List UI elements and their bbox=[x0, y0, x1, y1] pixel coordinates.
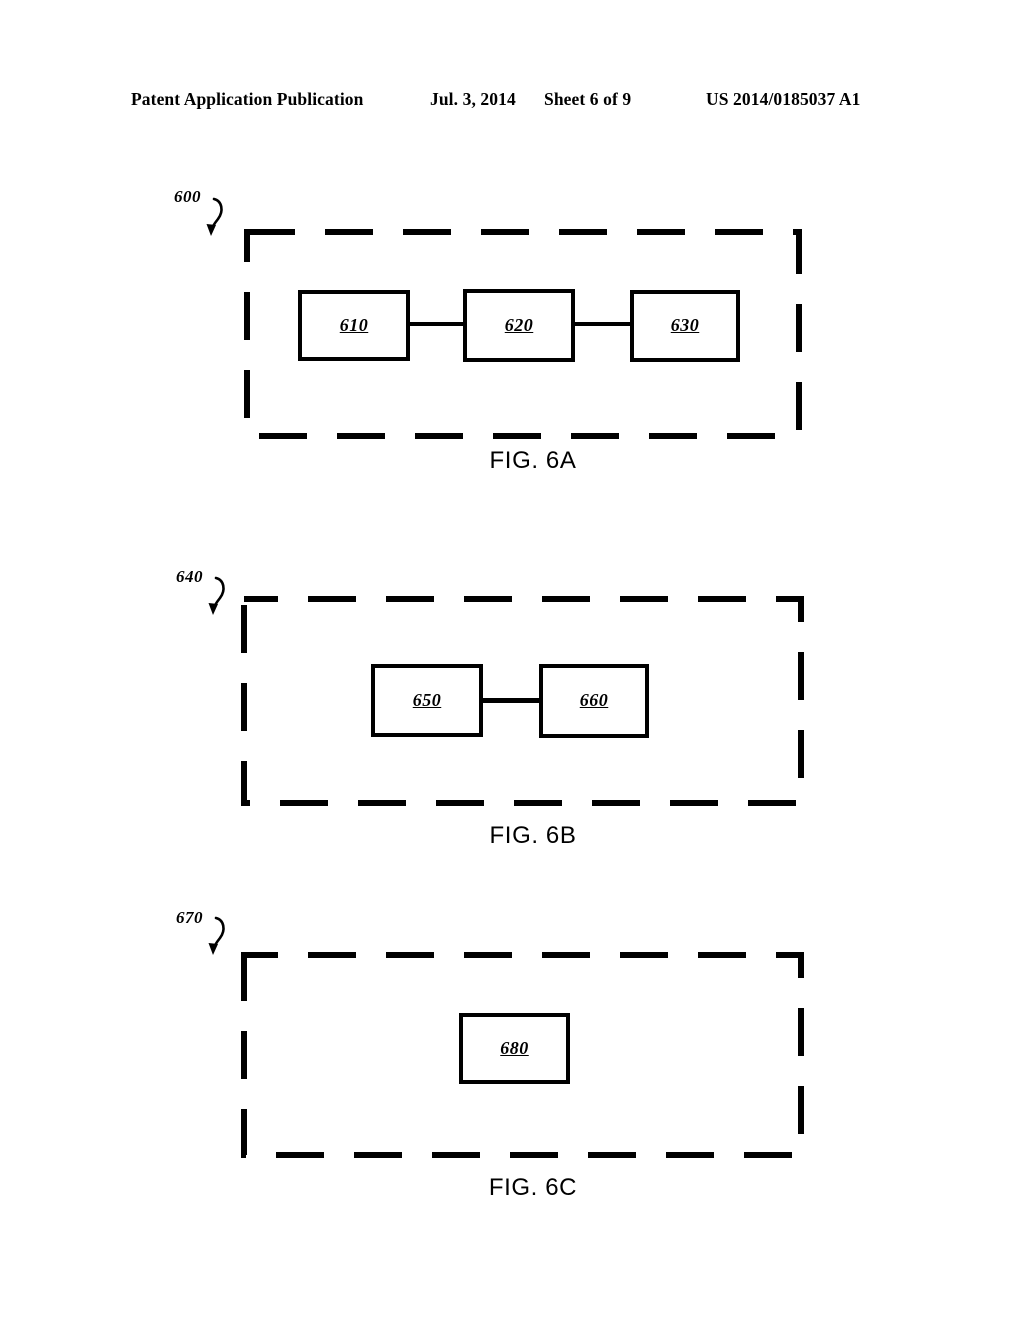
component-label-680: 680 bbox=[500, 1037, 529, 1058]
component-box-680[interactable]: 680 bbox=[459, 1013, 570, 1084]
figure-caption-6c: FIG. 6C bbox=[488, 1174, 578, 1201]
lead-line-arrow-670 bbox=[208, 916, 225, 955]
figure-6c: 670 680 FIG. 6C bbox=[0, 0, 1024, 1240]
reference-numeral-670: 670 bbox=[176, 908, 203, 927]
